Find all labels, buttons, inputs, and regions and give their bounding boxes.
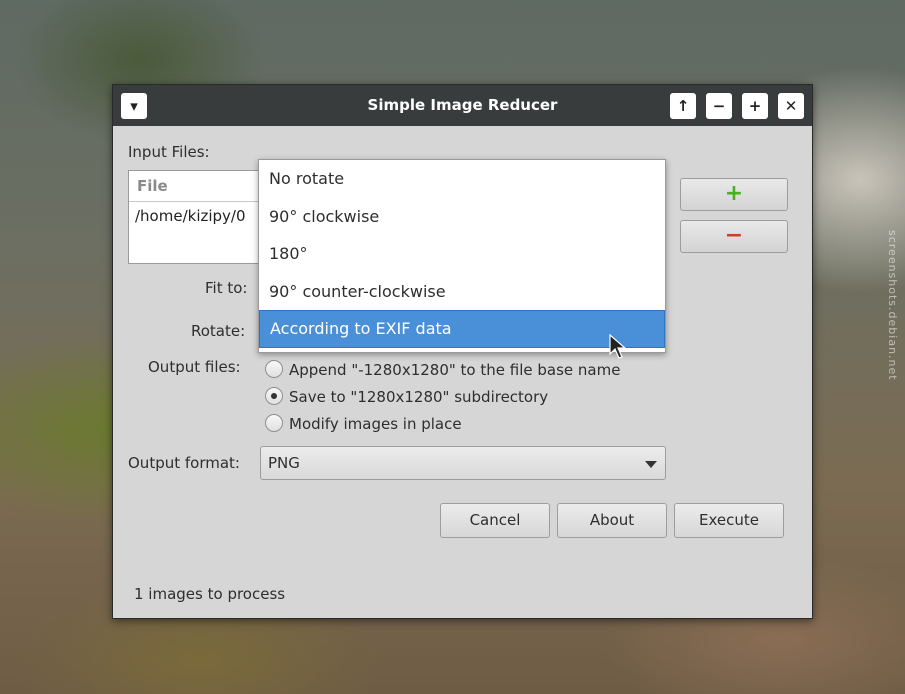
rotate-dropdown-menu: No rotate 90° clockwise 180° 90° counter… — [258, 159, 666, 353]
arrow-up-icon: ↑ — [676, 97, 690, 115]
rotate-option-90-counter-clockwise[interactable]: 90° counter-clockwise — [259, 273, 665, 311]
status-text: 1 images to process — [134, 585, 286, 603]
plus-icon: + — [724, 181, 744, 206]
rotate-option-no-rotate[interactable]: No rotate — [259, 160, 665, 198]
radio-button[interactable] — [265, 414, 283, 432]
radio-modify-in-place[interactable]: Modify images in place — [265, 412, 462, 436]
dropdown-arrow-icon — [645, 461, 657, 468]
radio-label: Modify images in place — [289, 415, 462, 433]
radio-save-subdirectory[interactable]: Save to "1280x1280" subdirectory — [265, 385, 548, 409]
add-file-button[interactable]: + — [680, 178, 788, 211]
radio-append-suffix[interactable]: Append "-1280x1280" to the file base nam… — [265, 358, 620, 382]
input-files-label: Input Files: — [128, 143, 210, 161]
minimize-button[interactable]: − — [706, 93, 732, 119]
mouse-cursor-icon — [609, 334, 627, 359]
radio-button[interactable] — [265, 387, 283, 405]
output-format-value: PNG — [268, 454, 300, 472]
radio-label: Save to "1280x1280" subdirectory — [289, 388, 549, 406]
radio-button[interactable] — [265, 360, 283, 378]
rotate-option-90-clockwise[interactable]: 90° clockwise — [259, 198, 665, 236]
close-button[interactable]: ✕ — [778, 93, 804, 119]
minus-icon: − — [724, 223, 744, 248]
fit-to-label: Fit to: — [205, 279, 248, 297]
about-button[interactable]: About — [557, 503, 667, 538]
input-files-list[interactable]: File /home/kizipy/0 — [128, 170, 263, 264]
list-item[interactable]: /home/kizipy/0 — [129, 202, 262, 230]
rotate-option-180[interactable]: 180° — [259, 235, 665, 273]
watermark: screenshots.debian.net — [886, 230, 899, 381]
close-icon: ✕ — [784, 97, 798, 115]
rotate-label: Rotate: — [191, 322, 246, 340]
output-format-label: Output format: — [128, 454, 240, 472]
maximize-button[interactable]: + — [742, 93, 768, 119]
remove-file-button[interactable]: − — [680, 220, 788, 253]
output-files-label: Output files: — [148, 358, 241, 376]
maximize-icon: + — [748, 97, 762, 115]
output-format-select[interactable]: PNG — [260, 446, 666, 480]
execute-button[interactable]: Execute — [674, 503, 784, 538]
keep-above-button[interactable]: ↑ — [670, 93, 696, 119]
minimize-icon: − — [712, 97, 726, 115]
cancel-button[interactable]: Cancel — [440, 503, 550, 538]
title-bar: ▾ Simple Image Reducer ↑ − + ✕ — [113, 85, 812, 126]
radio-label: Append "-1280x1280" to the file base nam… — [289, 361, 621, 379]
rotate-option-exif[interactable]: According to EXIF data — [259, 310, 665, 348]
file-column-header[interactable]: File — [129, 171, 262, 202]
